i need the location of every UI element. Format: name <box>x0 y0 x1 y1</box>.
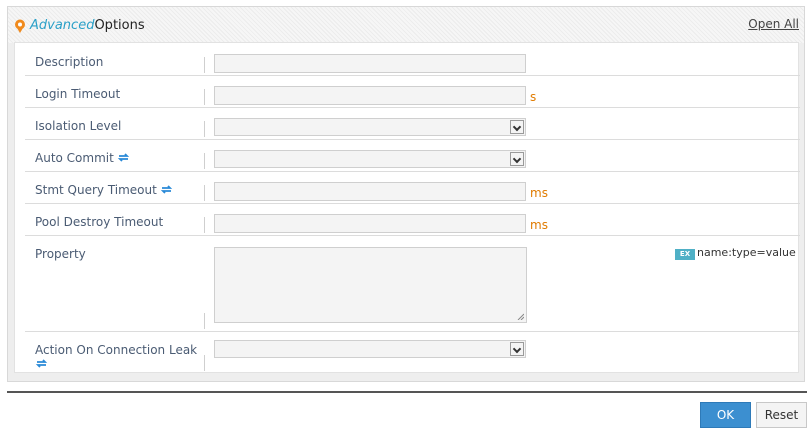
chevron-down-icon[interactable] <box>510 342 524 356</box>
stmt-query-timeout-unit: ms <box>530 186 548 200</box>
description-input[interactable] <box>214 54 526 73</box>
row-separator <box>204 185 205 201</box>
auto-commit-label: Auto Commit <box>35 151 114 165</box>
property-textarea[interactable] <box>214 247 527 323</box>
open-all-link[interactable]: Open All <box>748 17 799 31</box>
refresh-icon <box>35 359 48 368</box>
login-timeout-label: Login Timeout <box>35 87 121 101</box>
description-label: Description <box>35 55 104 69</box>
refresh-icon <box>160 185 173 194</box>
property-label: Property <box>35 247 86 261</box>
stmt-query-timeout-label: Stmt Query Timeout <box>35 183 157 197</box>
row-separator <box>204 313 205 329</box>
login-timeout-input[interactable] <box>214 86 526 105</box>
ok-button[interactable]: OK <box>700 402 751 428</box>
isolation-level-select[interactable] <box>214 118 526 136</box>
action-on-connection-leak-select[interactable] <box>214 340 526 358</box>
resize-grip-icon[interactable] <box>517 313 524 320</box>
isolation-level-label: Isolation Level <box>35 119 122 133</box>
stmt-query-timeout-input[interactable] <box>214 182 526 201</box>
row-separator <box>204 355 205 371</box>
title-accent: Advanced <box>30 18 95 33</box>
row-description: Description <box>25 43 800 76</box>
row-auto-commit: Auto Commit <box>25 140 800 172</box>
reset-button[interactable]: Reset <box>756 402 807 428</box>
row-separator <box>204 89 205 105</box>
pool-destroy-timeout-input[interactable] <box>214 214 526 233</box>
pin-icon <box>15 19 25 33</box>
chevron-down-icon[interactable] <box>510 152 524 166</box>
action-on-connection-leak-label: Action On Connection Leak <box>35 343 198 357</box>
pool-destroy-timeout-label: Pool Destroy Timeout <box>35 215 164 229</box>
row-separator <box>204 153 205 169</box>
property-example: EX name:type=value <box>675 246 796 260</box>
title-main: Options <box>94 18 145 33</box>
footer-divider <box>7 391 807 393</box>
row-pool-destroy-timeout: Pool Destroy Timeout ms <box>25 204 800 236</box>
auto-commit-select[interactable] <box>214 150 526 168</box>
panel-header: AdvancedOptions Open All <box>8 7 804 43</box>
advanced-options-panel: AdvancedOptions Open All Description Log… <box>7 6 805 382</box>
pool-destroy-timeout-unit: ms <box>530 218 548 232</box>
row-separator <box>204 121 205 137</box>
row-isolation-level: Isolation Level <box>25 108 800 140</box>
row-stmt-query-timeout: Stmt Query Timeout ms <box>25 172 800 204</box>
property-example-text: name:type=value <box>697 246 796 259</box>
row-separator <box>204 57 205 73</box>
panel-title: AdvancedOptions <box>30 18 145 33</box>
stmt-query-timeout-label-wrap: Stmt Query Timeout <box>35 183 173 197</box>
row-property: Property EX name:type=value <box>25 236 800 332</box>
row-login-timeout: Login Timeout s <box>25 76 800 108</box>
row-separator <box>204 217 205 233</box>
chevron-down-icon[interactable] <box>510 120 524 134</box>
example-badge: EX <box>675 249 695 260</box>
refresh-icon <box>117 153 130 162</box>
options-form: Description Login Timeout s Isolation Le… <box>14 42 800 373</box>
auto-commit-label-wrap: Auto Commit <box>35 151 130 165</box>
login-timeout-unit: s <box>530 90 537 104</box>
row-action-on-connection-leak: Action On Connection Leak <box>25 332 800 373</box>
